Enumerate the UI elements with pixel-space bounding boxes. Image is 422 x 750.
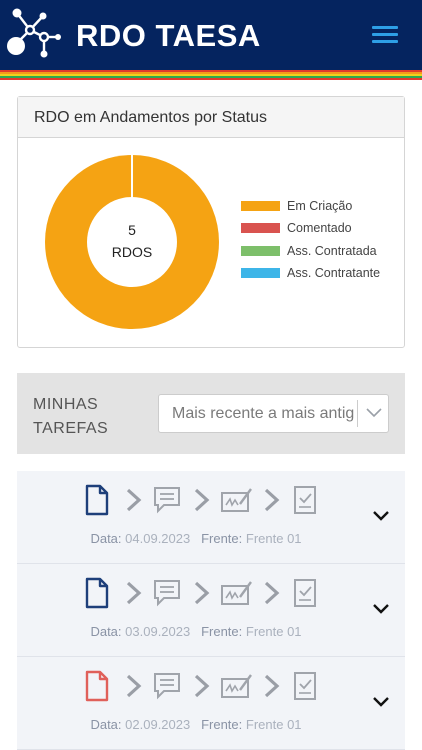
molecule-network-icon	[7, 8, 61, 58]
chevron-right-icon	[262, 670, 296, 702]
date-label: Data:	[90, 624, 122, 639]
legend-swatch	[241, 245, 280, 256]
date-label: Data:	[90, 717, 122, 732]
donut-center-value: 5	[128, 222, 136, 238]
legend-label: Ass. Contratante	[287, 265, 381, 280]
signature-icon	[220, 484, 254, 516]
legend-label: Em Criação	[287, 199, 353, 213]
legend-item: Ass. Contratada	[241, 244, 380, 266]
legend-swatch	[241, 201, 280, 211]
my-tasks-label: MINHAS TAREFAS	[33, 393, 133, 441]
front-label: Frente:	[201, 531, 243, 546]
status-donut-chart: 5 RDOS	[45, 155, 219, 329]
approved-document-icon	[292, 484, 326, 516]
status-chart-card: RDO em Andamentos por Status 5 RDOS Em C…	[17, 96, 405, 348]
document-icon	[82, 577, 116, 609]
app-title: RDO TAESA	[76, 18, 261, 53]
document-icon	[82, 670, 116, 702]
legend-label: Comentado	[287, 221, 352, 236]
legend-label: Ass. Contratada	[287, 243, 377, 258]
task-item[interactable]: Data: 03.09.2023 Frente: Frente 01	[17, 564, 405, 657]
legend-swatch	[241, 267, 280, 278]
task-front: Frente 01	[245, 624, 302, 639]
sort-order-select[interactable]: Mais recente a mais antigo	[158, 394, 389, 433]
chevron-down-icon[interactable]	[371, 509, 391, 523]
task-date: 03.09.2023	[125, 624, 191, 639]
chevron-down-icon[interactable]	[365, 406, 383, 420]
chart-legend: Em Criação Comentado Ass. Contratada Ass…	[241, 199, 380, 288]
my-tasks-label-line1: MINHAS	[33, 396, 99, 413]
task-date: 02.09.2023	[125, 717, 191, 732]
my-tasks-bar: MINHAS TAREFAS Mais recente a mais antig…	[17, 373, 405, 454]
chevron-down-icon[interactable]	[371, 602, 391, 616]
legend-item: Comentado	[241, 221, 380, 243]
front-label: Frente:	[201, 717, 243, 732]
legend-swatch	[241, 223, 280, 234]
stripe	[0, 78, 422, 80]
app-header: RDO TAESA	[0, 0, 422, 70]
task-meta: Data: 03.09.2023 Frente: Frente 01	[17, 624, 405, 639]
workflow-steps	[82, 670, 322, 702]
approved-document-icon	[292, 670, 326, 702]
comment-icon	[152, 670, 186, 702]
legend-item: Em Criação	[241, 199, 380, 221]
header-stripes	[0, 70, 422, 80]
chevron-right-icon	[262, 577, 296, 609]
task-list: Data: 04.09.2023 Frente: Frente 01 Data:…	[17, 471, 405, 750]
hamburger-menu-icon[interactable]	[372, 26, 398, 44]
task-front: Frente 01	[245, 531, 302, 546]
my-tasks-label-line2: TAREFAS	[33, 420, 109, 437]
task-date: 04.09.2023	[125, 531, 191, 546]
card-title: RDO em Andamentos por Status	[18, 97, 404, 138]
document-icon	[82, 484, 116, 516]
workflow-steps	[82, 577, 322, 609]
comment-icon	[152, 484, 186, 516]
donut-hole	[87, 197, 177, 287]
comment-icon	[152, 577, 186, 609]
task-item[interactable]: Data: 04.09.2023 Frente: Frente 01	[17, 471, 405, 564]
task-item[interactable]: Data: 02.09.2023 Frente: Frente 01	[17, 657, 405, 750]
task-meta: Data: 04.09.2023 Frente: Frente 01	[17, 531, 405, 546]
date-label: Data:	[90, 531, 122, 546]
chevron-down-icon[interactable]	[371, 695, 391, 709]
signature-icon	[220, 670, 254, 702]
front-label: Frente:	[201, 624, 243, 639]
signature-icon	[220, 577, 254, 609]
select-divider	[357, 400, 358, 427]
chevron-right-icon	[262, 484, 296, 516]
workflow-steps	[82, 484, 322, 516]
sort-order-value: Mais recente a mais antigo	[172, 405, 354, 422]
task-meta: Data: 02.09.2023 Frente: Frente 01	[17, 717, 405, 732]
donut-center-label: RDOS	[112, 244, 152, 260]
legend-item: Ass. Contratante	[241, 266, 380, 288]
task-front: Frente 01	[245, 717, 302, 732]
approved-document-icon	[292, 577, 326, 609]
